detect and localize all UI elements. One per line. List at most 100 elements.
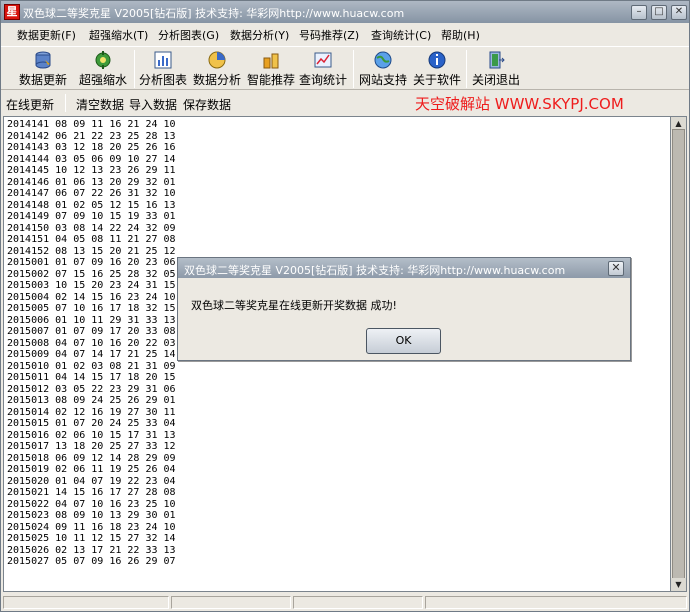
draw-result-line: 2015020 01 04 07 19 22 23 04 — [7, 475, 176, 487]
menu-super-reduce[interactable]: 超强缩水(T) — [89, 27, 148, 43]
draw-result-line: 2015021 14 15 16 17 27 28 08 — [7, 487, 176, 498]
draw-result-line: 2015002 07 15 16 25 28 32 05 — [7, 268, 176, 280]
status-panel — [171, 596, 291, 609]
draw-result-line: 2015027 05 07 09 16 26 29 07 — [7, 556, 176, 567]
toolbar-label: 分析图表 — [138, 73, 187, 87]
toolbar-exit-button[interactable]: 关闭退出 — [470, 49, 522, 89]
draw-result-line: 2014141 08 09 11 16 21 24 10 — [7, 119, 176, 130]
dialog-title: 双色球二等奖克星 V2005[钻石版] 技术支持: 华彩网http://www.… — [184, 264, 566, 277]
action-bar: 在线更新 清空数据 导入数据 保存数据 天空破解站 WWW.SKYPJ.COM — [1, 91, 689, 115]
draw-result-line: 2014148 01 02 05 12 15 16 13 — [7, 199, 176, 211]
scroll-thumb[interactable] — [672, 129, 685, 579]
vertical-scrollbar[interactable]: ▲ ▼ — [671, 116, 687, 592]
analysis-icon — [208, 51, 226, 69]
toolbar-data-update-button[interactable]: 数据更新 — [15, 49, 71, 89]
globe-icon — [374, 51, 392, 69]
toolbar-analysis-chart-button[interactable]: 分析图表 — [137, 49, 189, 89]
status-bar — [1, 594, 689, 611]
draw-result-line: 2014146 01 06 13 20 29 32 01 — [7, 176, 176, 188]
info-icon — [428, 51, 446, 69]
clear-data-button[interactable]: 清空数据 — [76, 96, 124, 113]
main-window: 星 双色球二等奖克星 V2005[钻石版] 技术支持: 华彩网http://ww… — [0, 0, 690, 612]
menu-help[interactable]: 帮助(H) — [441, 27, 480, 43]
stats-icon — [314, 52, 332, 68]
exit-icon — [489, 51, 505, 69]
menu-data-analysis[interactable]: 数据分析(Y) — [230, 27, 289, 43]
draw-result-line: 2015018 06 09 12 14 28 29 09 — [7, 452, 176, 464]
toolbar-label: 查询统计 — [298, 73, 347, 87]
draw-result-line: 2014151 04 05 08 11 21 27 08 — [7, 234, 176, 245]
menu-query-stats[interactable]: 查询统计(C) — [371, 27, 431, 43]
dialog-close-button[interactable]: ✕ — [608, 261, 624, 276]
toolbar-super-reduce-button[interactable]: 超强缩水 — [75, 49, 131, 89]
toolbar-data-analysis-button[interactable]: 数据分析 — [191, 49, 243, 89]
success-dialog: 双色球二等奖克星 V2005[钻石版] 技术支持: 华彩网http://www.… — [177, 257, 631, 361]
menu-analysis-chart[interactable]: 分析图表(G) — [158, 27, 219, 43]
toolbar-label: 网站支持 — [358, 73, 407, 87]
draw-result-line: 2014144 03 05 06 09 10 27 14 — [7, 153, 176, 165]
draw-result-line: 2015026 02 13 17 21 22 33 13 — [7, 544, 176, 556]
draw-result-line: 2015004 02 14 15 16 23 24 10 — [7, 291, 176, 303]
draw-result-line: 2015024 09 11 16 18 23 24 10 — [7, 521, 176, 533]
scroll-down-arrow-icon[interactable]: ▼ — [671, 578, 686, 591]
draw-result-line: 2015019 02 06 11 19 25 26 04 — [7, 464, 176, 475]
draw-result-line: 2014152 08 13 15 20 21 25 12 — [7, 245, 176, 257]
draw-result-line: 2015025 10 11 12 15 27 32 14 — [7, 533, 176, 544]
online-update-button[interactable]: 在线更新 — [6, 96, 54, 113]
draw-result-line: 2015012 03 05 22 23 29 31 06 — [7, 383, 176, 395]
draw-result-line: 2014142 06 21 22 23 25 28 13 — [7, 130, 176, 142]
draw-result-line: 2014143 03 12 18 20 25 26 16 — [7, 142, 176, 153]
draw-result-line: 2015003 10 15 20 23 24 31 15 — [7, 280, 176, 291]
draw-results-list: 2014141 08 09 11 16 21 24 10 2014142 06 2… — [7, 119, 176, 568]
draw-result-line: 2015006 01 10 11 29 31 33 13 — [7, 314, 176, 326]
draw-result-line: 2015010 01 02 03 08 21 31 09 — [7, 360, 176, 372]
draw-result-line: 2015013 08 09 24 25 26 29 01 — [7, 395, 176, 406]
brand-watermark: 天空破解站 WWW.SKYPJ.COM — [415, 95, 624, 113]
status-panel — [425, 596, 687, 609]
draw-result-line: 2014150 03 08 14 22 24 32 09 — [7, 222, 176, 234]
close-button[interactable]: ✕ — [671, 5, 687, 20]
ok-button[interactable]: OK — [366, 328, 441, 354]
chart-icon — [154, 51, 172, 69]
toolbar-website-support-button[interactable]: 网站支持 — [357, 49, 409, 89]
menu-number-recommend[interactable]: 号码推荐(Z) — [299, 27, 359, 43]
toolbar-separator — [134, 50, 135, 88]
toolbar-label: 超强缩水 — [78, 73, 127, 87]
menu-data-update[interactable]: 数据更新(F) — [17, 27, 76, 43]
toolbar-label: 关于软件 — [412, 73, 461, 87]
save-data-button[interactable]: 保存数据 — [183, 96, 231, 113]
title-bar[interactable]: 星 双色球二等奖克星 V2005[钻石版] 技术支持: 华彩网http://ww… — [1, 1, 689, 23]
draw-result-line: 2015007 01 07 09 17 20 33 08 — [7, 326, 176, 337]
import-data-button[interactable]: 导入数据 — [129, 96, 177, 113]
draw-result-line: 2014145 10 12 13 23 26 29 11 — [7, 165, 176, 176]
toolbar-separator — [353, 50, 354, 88]
toolbar-recommend-button[interactable]: 智能推荐 — [245, 49, 297, 89]
toolbar: 数据更新 超强缩水 分析图表 数据分析 智能推荐 查询统计 网站支持 关于软件 … — [1, 46, 689, 90]
draw-result-line: 2015009 04 07 14 17 21 25 14 — [7, 349, 176, 360]
toolbar-query-stats-button[interactable]: 查询统计 — [297, 49, 349, 89]
toolbar-separator — [466, 50, 467, 88]
draw-result-line: 2015001 01 07 09 16 20 23 06 — [7, 257, 176, 268]
draw-result-line: 2015008 04 07 10 16 20 22 03 — [7, 337, 176, 349]
status-panel — [293, 596, 423, 609]
draw-result-line: 2015015 01 07 20 24 25 33 04 — [7, 418, 176, 429]
draw-result-line: 2015005 07 10 16 17 18 32 15 — [7, 303, 176, 314]
draw-result-line: 2015011 04 14 15 17 18 20 15 — [7, 372, 176, 383]
recommend-icon — [263, 53, 279, 69]
toolbar-about-button[interactable]: 关于软件 — [411, 49, 463, 89]
draw-result-line: 2015022 04 07 10 16 23 25 10 — [7, 498, 176, 510]
action-separator — [65, 94, 66, 112]
draw-result-line: 2015016 02 06 10 15 17 31 13 — [7, 429, 176, 441]
maximize-button[interactable]: □ — [651, 5, 667, 20]
dialog-title-bar[interactable]: 双色球二等奖克星 V2005[钻石版] 技术支持: 华彩网http://www.… — [178, 258, 630, 278]
toolbar-label: 关闭退出 — [471, 73, 520, 87]
draw-result-line: 2014149 07 09 10 15 19 33 01 — [7, 211, 176, 222]
menu-bar: 数据更新(F) 超强缩水(T) 分析图表(G) 数据分析(Y) 号码推荐(Z) … — [1, 23, 689, 45]
window-title: 双色球二等奖克星 V2005[钻石版] 技术支持: 华彩网http://www.… — [23, 7, 405, 20]
dialog-message: 双色球二等奖克星在线更新开奖数据 成功! — [191, 299, 397, 312]
draw-result-line: 2015023 08 09 10 13 29 30 01 — [7, 510, 176, 521]
app-icon: 星 — [4, 4, 20, 20]
toolbar-label: 数据分析 — [192, 73, 241, 87]
minimize-button[interactable]: – — [631, 5, 647, 20]
gear-icon — [95, 51, 111, 69]
